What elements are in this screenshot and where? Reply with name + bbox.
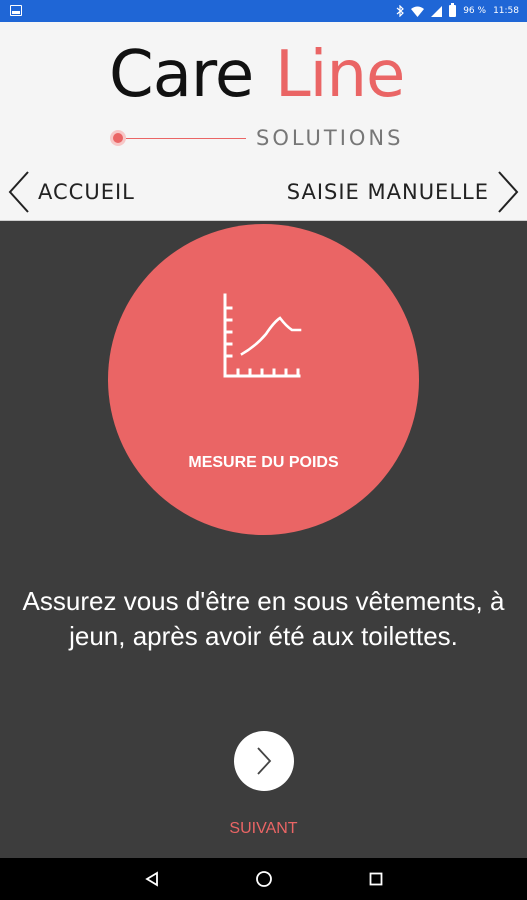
- bluetooth-icon: [396, 5, 405, 17]
- nav-next-saisie-manuelle[interactable]: SAISIE MANUELLE: [287, 170, 519, 214]
- chevron-right-icon: [497, 171, 519, 213]
- careline-logo: Care Line SOLUTIONS: [0, 22, 527, 162]
- logo-dot: [113, 133, 123, 143]
- recents-button[interactable]: [365, 868, 387, 890]
- back-triangle-icon: [145, 871, 158, 887]
- back-button[interactable]: [141, 868, 163, 890]
- status-icons: 96 % 11:58: [396, 0, 519, 22]
- system-navigation-bar: [0, 858, 527, 900]
- card-title: MESURE DU POIDS: [188, 454, 339, 471]
- logo-subtitle: SOLUTIONS: [256, 126, 404, 150]
- nav-prev-accueil[interactable]: ACCUEIL: [8, 170, 135, 214]
- battery-percent: 96 %: [463, 6, 487, 16]
- clock: 11:58: [493, 6, 519, 16]
- home-button[interactable]: [253, 868, 275, 890]
- nav-prev-label: ACCUEIL: [38, 180, 135, 204]
- battery-icon: [449, 3, 457, 17]
- header: Care Line SOLUTIONS ACCUEIL SAISIE MANUE…: [0, 22, 527, 221]
- next-button[interactable]: [234, 731, 294, 791]
- logo-rule: [126, 138, 246, 139]
- next-button-label[interactable]: SUIVANT: [0, 820, 527, 838]
- gallery-notification-icon: [10, 5, 22, 16]
- recents-square-icon: [369, 872, 383, 886]
- signal-icon: [431, 5, 443, 17]
- chevron-left-icon: [8, 171, 30, 213]
- logo-line-text: Line: [275, 38, 405, 112]
- wifi-icon: [411, 6, 425, 17]
- chart-icon: [223, 293, 302, 378]
- instruction-text: Assurez vous d'être en sous vêtements, à…: [22, 586, 505, 651]
- chevron-right-icon: [257, 747, 272, 775]
- home-circle-icon: [256, 871, 272, 887]
- status-bar: 96 % 11:58: [0, 0, 527, 22]
- logo-care-text: Care: [109, 38, 254, 112]
- nav-next-label: SAISIE MANUELLE: [286, 180, 489, 204]
- weight-measure-card: MESURE DU POIDS: [108, 224, 419, 535]
